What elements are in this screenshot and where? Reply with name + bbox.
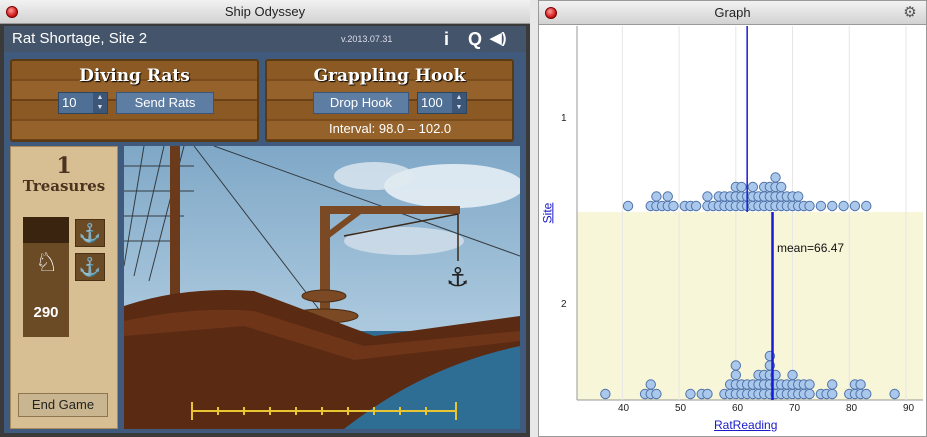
data-point <box>600 388 611 400</box>
game-header: Rat Shortage, Site 2 v.2013.07.31 i Q ◀) <box>4 26 526 52</box>
rat-supply-box: ♘ 290 <box>23 217 69 337</box>
data-point <box>685 388 696 400</box>
data-point <box>702 388 713 400</box>
data-point <box>827 379 838 390</box>
data-point <box>662 191 673 202</box>
data-point <box>651 388 662 400</box>
data-point <box>730 369 742 381</box>
window-titlebar: Graph ⚙ <box>539 1 926 25</box>
data-point <box>815 200 827 212</box>
data-point <box>838 200 849 212</box>
graph-window: Graph ⚙ Site RatReading 1 2 40 50 60 70 … <box>538 0 927 437</box>
data-point <box>770 172 781 183</box>
data-point <box>804 200 815 212</box>
data-point <box>804 388 815 400</box>
window-title: Ship Odyssey <box>224 4 306 19</box>
data-point <box>787 369 798 381</box>
data-point <box>861 200 872 212</box>
info-icon[interactable]: i <box>444 29 449 49</box>
drop-hook-button[interactable]: Drop Hook <box>313 92 409 114</box>
diving-rats-panel: Diving Rats 10 ▲ ▼ Send Rats <box>10 59 259 142</box>
stepper-arrows-icon[interactable]: ▲ ▼ <box>452 93 466 113</box>
data-point <box>668 200 679 212</box>
data-point <box>861 388 872 400</box>
data-point <box>827 388 838 400</box>
anchor-icon: ⚓ <box>75 253 105 281</box>
data-point <box>855 379 866 390</box>
data-point <box>793 191 804 202</box>
window-title: Graph <box>714 5 751 20</box>
send-rats-button[interactable]: Send Rats <box>116 92 214 114</box>
data-point <box>730 360 742 371</box>
dot-plot[interactable]: Site RatReading 1 2 40 50 60 70 80 90 me… <box>539 26 926 436</box>
game-panel: Rat Shortage, Site 2 v.2013.07.31 i Q ◀)… <box>4 26 526 433</box>
x-axis-label[interactable]: RatReading <box>714 418 777 432</box>
end-game-button[interactable]: End Game <box>18 393 108 417</box>
ship-odyssey-window: Ship Odyssey Rat Shortage, Site 2 v.2013… <box>0 0 530 437</box>
data-point <box>702 191 713 202</box>
site-title: Rat Shortage, Site 2 <box>12 30 148 47</box>
dot-plot-canvas <box>576 26 923 401</box>
data-point <box>622 200 634 212</box>
gear-icon[interactable]: ⚙ <box>902 5 918 21</box>
data-point <box>690 200 702 212</box>
rats-remaining: 290 <box>33 304 59 321</box>
sound-icon[interactable]: ◀) <box>490 29 507 49</box>
data-point <box>645 379 656 390</box>
treasure-count: 1 <box>56 153 72 179</box>
interval-label: Interval: 98.0 – 102.0 <box>329 121 452 136</box>
grappling-hook-panel: Grappling Hook Drop Hook 100 ▲ ▼ Interval… <box>265 59 514 142</box>
close-window-button[interactable] <box>6 6 18 18</box>
quit-icon[interactable]: Q <box>468 29 482 49</box>
hook-count-stepper[interactable]: 100 ▲ ▼ <box>417 92 467 114</box>
ship-scene: ⚓ <box>124 146 520 429</box>
anchor-icon: ⚓ <box>75 219 105 247</box>
data-point <box>775 181 787 193</box>
data-point <box>889 388 900 400</box>
hook-count-value: 100 <box>421 95 443 110</box>
diving-rats-title: Diving Rats <box>79 66 190 86</box>
svg-text:⚓: ⚓ <box>446 263 469 293</box>
data-point <box>736 181 747 193</box>
mean-label: mean=66.47 <box>777 241 845 255</box>
grappling-hook-title: Grappling Hook <box>313 66 466 86</box>
close-window-button[interactable] <box>545 7 557 19</box>
stepper-arrows-icon[interactable]: ▲ ▼ <box>93 93 107 113</box>
rat-icon: ♘ <box>35 247 59 277</box>
rat-count-value: 10 <box>62 95 77 110</box>
data-point <box>827 200 838 212</box>
version-label: v.2013.07.31 <box>341 34 393 44</box>
ship-illustration: ⚓ <box>124 146 520 429</box>
treasure-label: Treasures <box>22 177 106 195</box>
rat-count-stepper[interactable]: 10 ▲ ▼ <box>58 92 108 114</box>
window-titlebar: Ship Odyssey <box>0 0 530 24</box>
data-point <box>651 191 662 202</box>
data-point <box>804 379 815 390</box>
treasure-scroll: 1 Treasures ♘ 290 ⚓ ⚓ End Game <box>10 146 118 429</box>
data-point <box>849 200 861 212</box>
data-point <box>747 181 759 193</box>
